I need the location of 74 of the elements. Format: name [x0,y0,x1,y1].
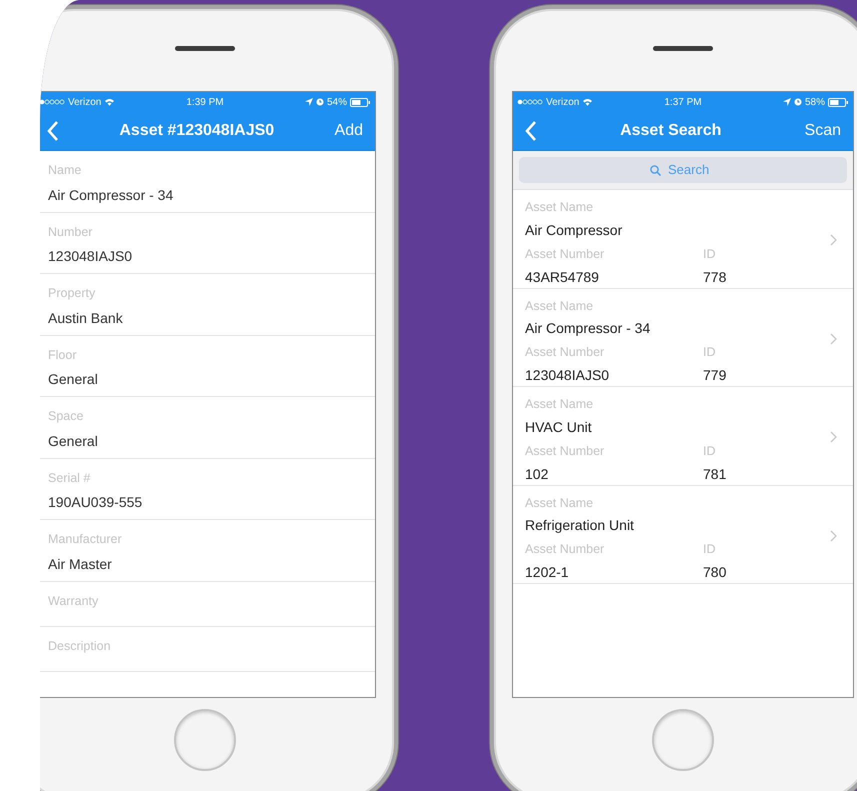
field-value: Air Compressor - 34 [48,186,174,205]
asset-number: 43AR54789 [525,268,600,286]
asset-name: HVAC Unit [525,418,593,437]
location-arrow-icon [783,98,791,106]
asset-number: 102 [525,464,550,484]
field-label: Space [48,408,84,425]
chevron-right-icon [830,530,837,542]
result-label: Asset Number [525,541,606,558]
result-list-item[interactable]: Asset Name Air Compressor Asset Number 43AR54789 ID 778 [513,190,853,288]
result-list-item[interactable]: Asset Name Air Compressor - 34 Asset Number 123048IAJS0 ID 779 [513,288,853,387]
status-time: 1:37 PM [664,96,702,110]
status-time: 1:39 PM [186,96,224,110]
result-label: Asset Name [525,494,594,512]
screen-title: Asset #123048IAJS0 [118,121,276,141]
asset-number: 1202-1 [525,563,570,582]
field-label: Description [48,638,112,655]
speaker-slot [653,46,713,51]
field-value: Air Master [48,554,113,574]
field-label: Number [48,224,94,240]
field-value: 190AU039-555 [48,493,144,512]
chevron-right-icon [830,431,837,443]
result-label: Asset Name [525,396,594,413]
asset-id: 780 [703,563,726,582]
wifi-icon [104,98,116,106]
asset-number: 123048IAJS0 [525,366,610,385]
result-label: Asset Number [525,344,606,362]
carrier-name: Verizon [546,96,580,110]
chevron-left-icon [47,121,59,141]
asset-name: Air Compressor [525,220,624,240]
result-label: ID [703,344,716,362]
field-label: Serial # [48,470,92,486]
signal-dots-icon [40,99,65,105]
field-value: Austin Bank [48,308,124,328]
battery-icon [350,98,372,106]
back-button[interactable] [525,121,537,141]
field-label: Name [48,162,82,179]
asset-id: 778 [703,268,726,286]
result-label: ID [703,246,716,263]
chevron-right-icon [830,234,837,246]
result-label: Asset Number [525,442,606,460]
location-arrow-icon [305,98,313,106]
search-icon [650,164,661,176]
field-label: Warranty [48,592,100,610]
field-label: Manufacturer [48,531,123,548]
battery-percent: 54% [327,96,348,110]
result-label: Asset Name [525,298,594,314]
field-label: Floor [48,346,78,364]
result-label: ID [703,442,716,460]
field-value: 123048IAJS0 [48,247,134,266]
chevron-right-icon [830,332,837,344]
speaker-slot [175,46,235,51]
alarm-clock-icon [316,98,324,106]
field-label: Property [48,285,96,302]
back-button[interactable] [47,121,59,141]
asset-id: 781 [703,464,726,484]
asset-name: Refrigeration Unit [525,516,635,536]
search-field[interactable]: Search [666,159,716,181]
wifi-icon [582,98,594,106]
field-value: General [48,432,99,451]
result-list-item[interactable]: Asset Name HVAC Unit Asset Number 102 ID 781 [513,387,853,486]
result-list-item[interactable]: Asset Name Refrigeration Unit Asset Number 1202-1 ID 780 [513,486,853,584]
alarm-clock-icon [794,98,802,106]
battery-percent: 58% [805,96,826,110]
signal-dots-icon [517,99,543,105]
field-value: General [48,370,99,390]
screen-title: Asset Search [619,121,722,141]
asset-name: Air Compressor - 34 [525,319,652,338]
result-label: Asset Number [525,246,606,263]
asset-id: 779 [703,366,726,385]
result-label: Asset Name [525,199,594,216]
result-label: ID [703,541,716,558]
battery-icon [828,98,850,106]
carrier-name: Verizon [68,96,102,110]
chevron-left-icon [525,121,537,141]
